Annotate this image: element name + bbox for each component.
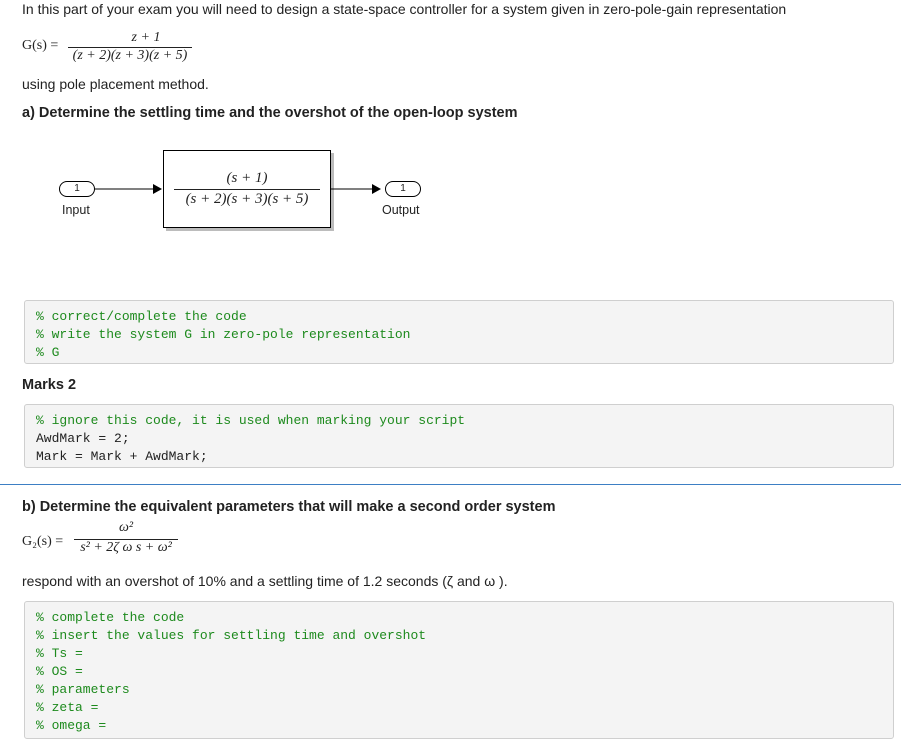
code-line: Mark = Mark + AwdMark; bbox=[36, 449, 208, 464]
part-b-heading: b) Determine the equivalent parameters t… bbox=[22, 499, 556, 515]
input-port[interactable]: 1 bbox=[59, 181, 95, 197]
code-line: % insert the values for settling time an… bbox=[36, 628, 427, 643]
marking-code-block[interactable]: % ignore this code, it is used when mark… bbox=[24, 404, 894, 468]
code-line: % ignore this code, it is used when mark… bbox=[36, 413, 466, 428]
input-label: Input bbox=[62, 203, 90, 217]
code-line: % omega = bbox=[36, 718, 107, 733]
g-lhs: G(s) = bbox=[22, 38, 59, 53]
output-port[interactable]: 1 bbox=[385, 181, 421, 197]
tf-denominator: (s + 2)(s + 3)(s + 5) bbox=[185, 191, 309, 207]
output-arrow bbox=[330, 184, 381, 194]
intro-text: In this part of your exam you will need … bbox=[22, 1, 787, 17]
code-line: % OS = bbox=[36, 664, 83, 679]
transfer-function-block[interactable]: (s + 1) (s + 2)(s + 3)(s + 5) bbox=[163, 150, 331, 228]
g2-denominator: s² + 2ζ ω s + ω² bbox=[80, 540, 172, 555]
code-line: % complete the code bbox=[36, 610, 185, 625]
marks-label: Marks 2 bbox=[22, 377, 77, 393]
code-block-b[interactable]: % complete the code % insert the values … bbox=[24, 601, 894, 739]
output-label: Output bbox=[382, 203, 420, 217]
input-arrow bbox=[95, 184, 162, 194]
section-divider bbox=[0, 484, 901, 485]
g2-numerator: ω² bbox=[118, 520, 134, 535]
respond-text: respond with an overshot of 10% and a se… bbox=[22, 573, 508, 589]
method-text: using pole placement method. bbox=[22, 76, 209, 92]
code-line: % G bbox=[36, 345, 60, 360]
code-line: % Ts = bbox=[36, 646, 83, 661]
code-line: % write the system G in zero-pole repres… bbox=[36, 327, 411, 342]
tf-numerator: (s + 1) bbox=[226, 170, 268, 186]
g-denominator: (z + 2)(z + 3)(z + 5) bbox=[72, 48, 188, 63]
tf-fraction-bar bbox=[174, 189, 320, 190]
g2-lhs: G₂(s) = bbox=[22, 534, 64, 549]
code-line: % correct/complete the code bbox=[36, 309, 247, 324]
code-line: AwdMark = 2; bbox=[36, 431, 130, 446]
part-a-heading: a) Determine the settling time and the o… bbox=[22, 105, 518, 121]
code-line: % parameters bbox=[36, 682, 130, 697]
code-line: % zeta = bbox=[36, 700, 99, 715]
code-block-a[interactable]: % correct/complete the code % write the … bbox=[24, 300, 894, 364]
g-numerator: z + 1 bbox=[131, 30, 161, 45]
